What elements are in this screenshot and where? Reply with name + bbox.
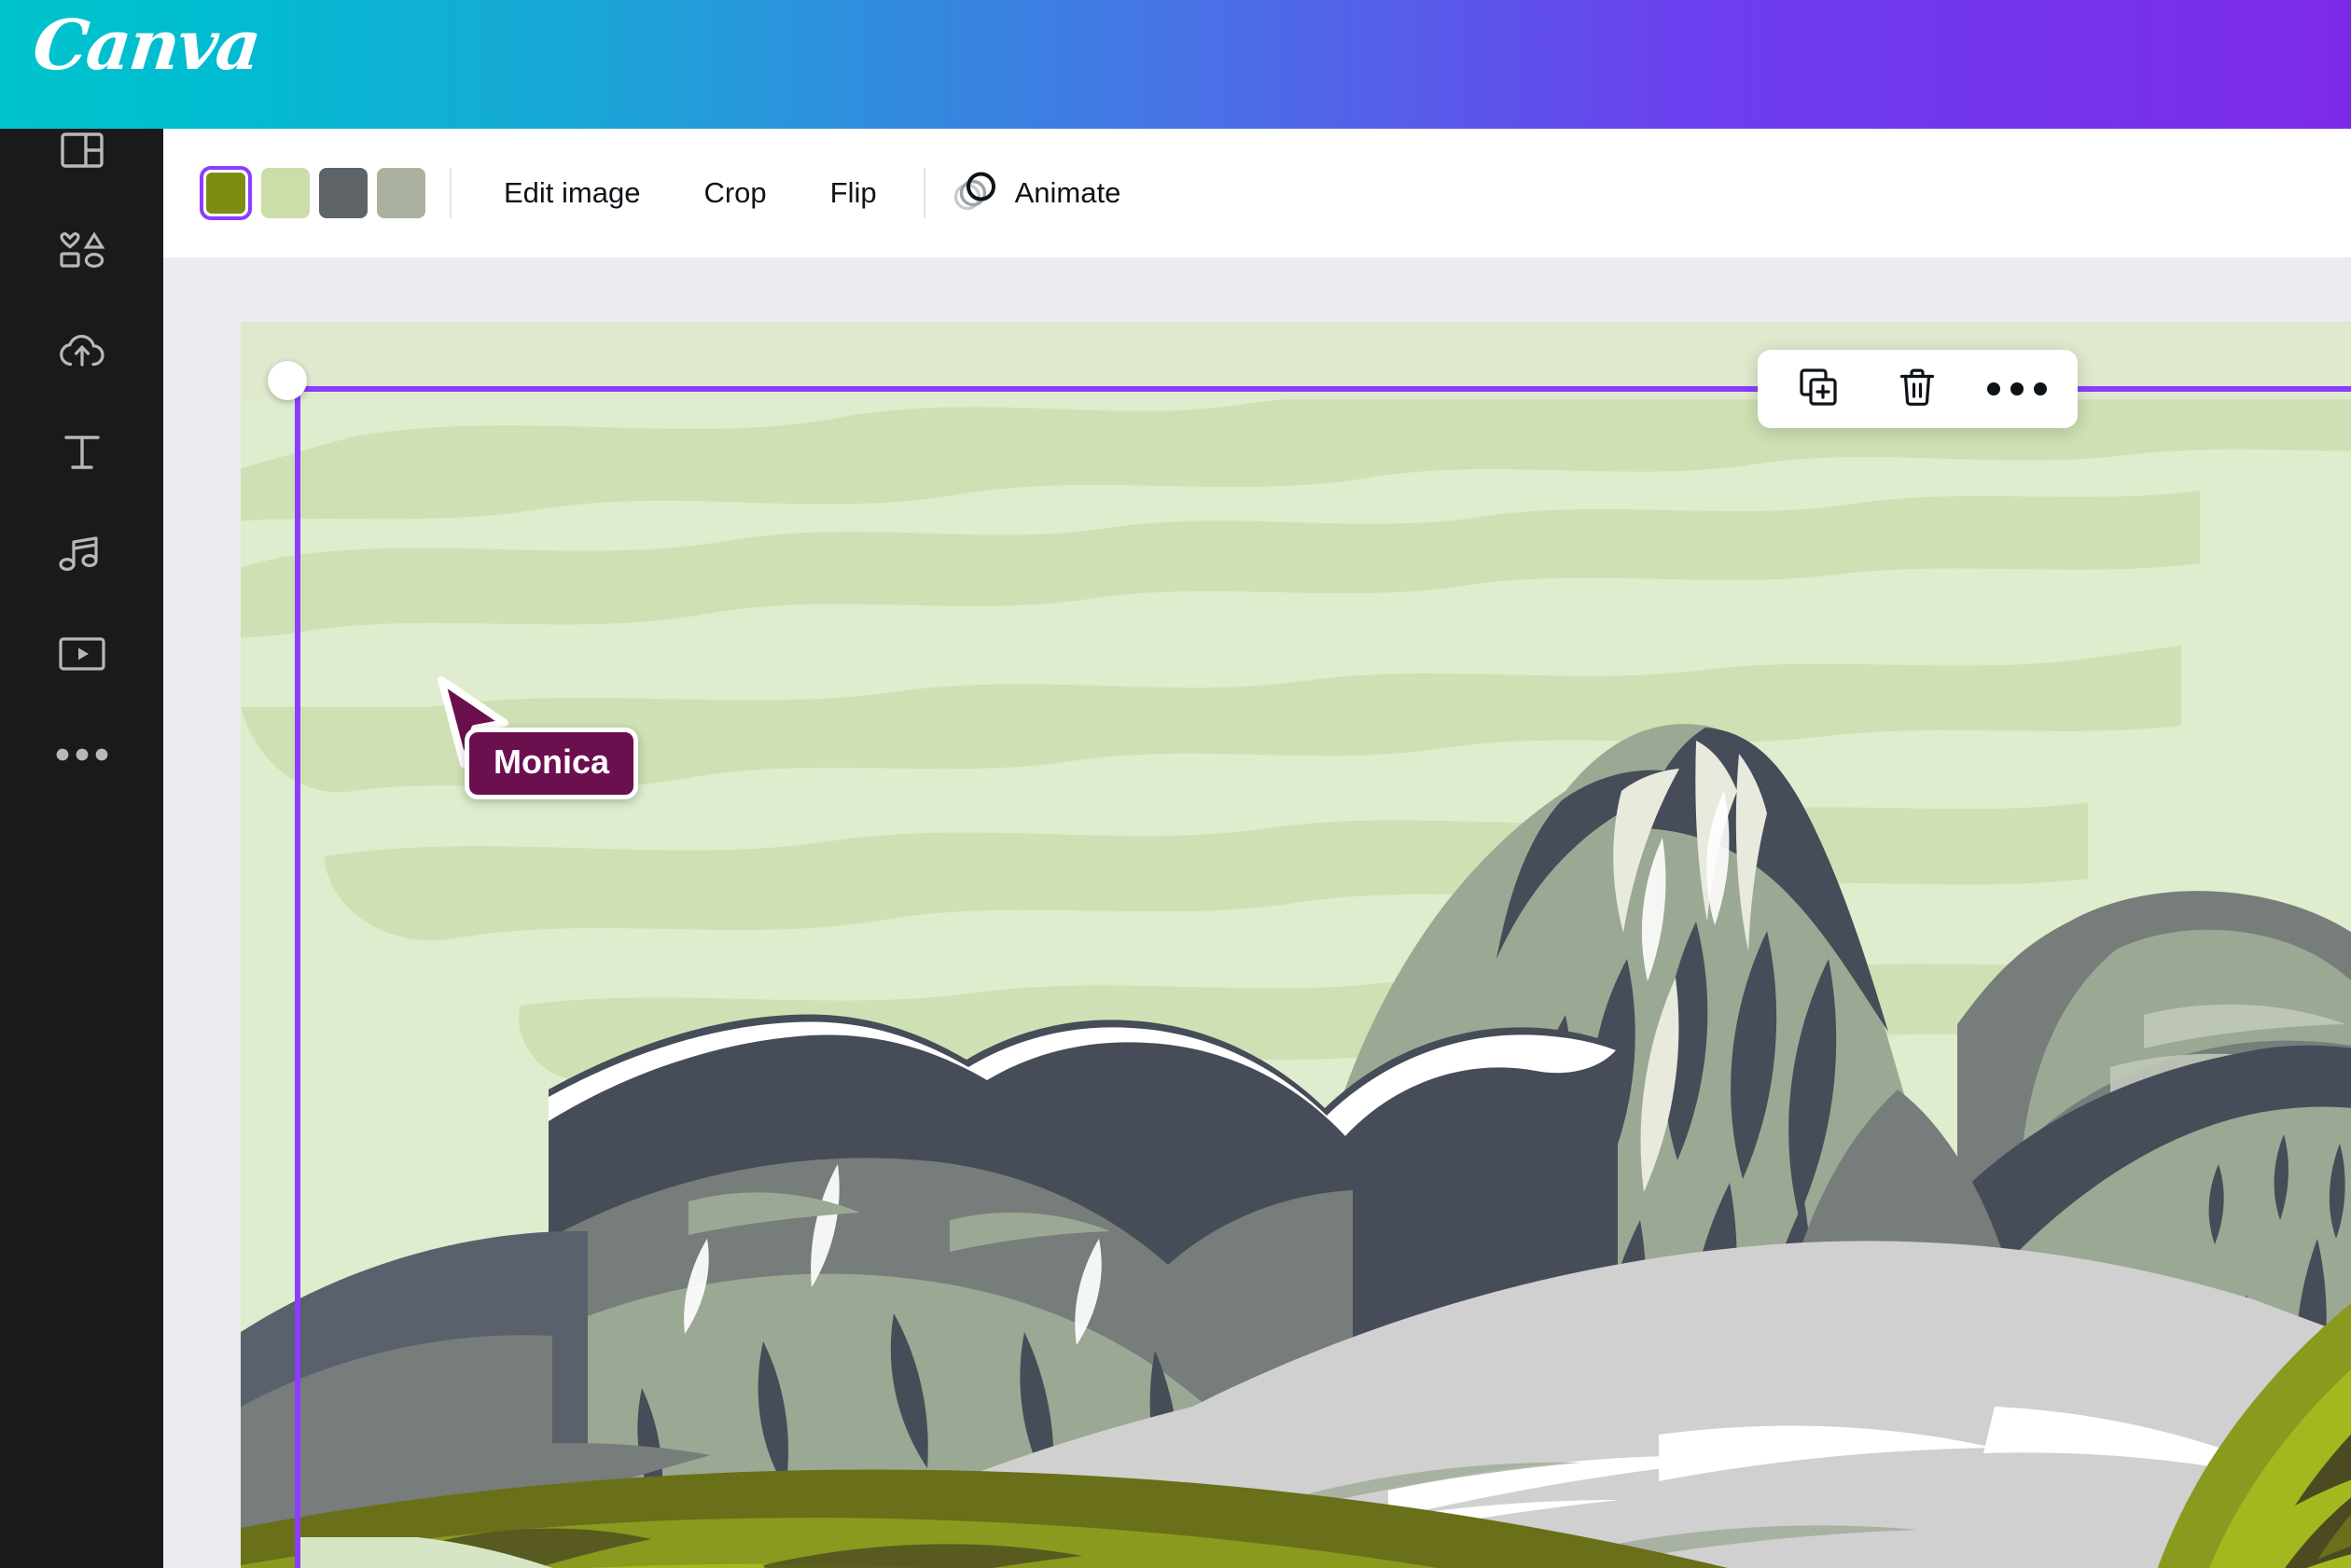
editor-canvas-area[interactable]: Monica	[163, 257, 2351, 1568]
swatch-fill	[206, 173, 245, 214]
video-play-icon	[58, 637, 105, 671]
left-icon-rail	[0, 129, 163, 1568]
floating-object-toolbar	[1758, 350, 2078, 428]
toolbar-divider-animate	[923, 168, 925, 218]
sidebar-item-text[interactable]	[0, 412, 163, 493]
resize-handle-top-left[interactable]	[268, 361, 307, 400]
image-element-mountain-illustration[interactable]	[241, 399, 2351, 1568]
shapes-icon	[59, 231, 105, 271]
object-properties-toolbar: Edit image Crop Flip Animate	[163, 129, 2351, 257]
duplicate-icon	[1798, 367, 1839, 412]
sidebar-item-uploads[interactable]	[0, 312, 163, 392]
brand-header: Canva	[0, 0, 2351, 129]
duplicate-button[interactable]	[1784, 358, 1853, 420]
sidebar-item-more[interactable]	[0, 715, 163, 795]
delete-button[interactable]	[1883, 358, 1952, 420]
color-swatch-olive[interactable]	[200, 166, 252, 220]
animate-button[interactable]: Animate	[933, 157, 1140, 230]
canva-logo[interactable]: Canva	[29, 6, 263, 86]
swatch-fill	[319, 168, 368, 218]
swatch-fill	[261, 168, 310, 218]
more-dots-icon	[56, 748, 108, 761]
color-swatch-sage-gray[interactable]	[377, 168, 425, 218]
trash-icon	[1899, 367, 1936, 412]
color-swatch-group	[200, 166, 425, 220]
sidebar-item-videos[interactable]	[0, 614, 163, 694]
animate-label: Animate	[1014, 176, 1121, 209]
music-notes-icon	[58, 534, 105, 573]
color-swatch-dark-gray[interactable]	[319, 168, 368, 218]
edit-image-button[interactable]: Edit image	[483, 163, 661, 223]
cloud-upload-icon	[58, 333, 106, 370]
crop-button[interactable]: Crop	[683, 163, 786, 223]
more-dots-icon	[1986, 382, 2047, 395]
sidebar-item-elements[interactable]	[0, 211, 163, 291]
design-page[interactable]: Monica	[241, 322, 2351, 1568]
layout-panel-icon	[60, 132, 104, 168]
sidebar-item-design[interactable]	[0, 110, 163, 190]
more-options-button[interactable]	[1982, 358, 2052, 420]
text-t-icon	[63, 433, 102, 472]
toolbar-divider-swatches	[450, 168, 452, 218]
flip-button[interactable]: Flip	[810, 163, 897, 223]
color-swatch-light-green[interactable]	[261, 168, 310, 218]
canva-editor-window: Canva Edit image Crop Flip Animate Monic…	[0, 0, 2351, 1568]
swatch-fill	[377, 168, 425, 218]
sidebar-item-audio[interactable]	[0, 513, 163, 593]
animate-icon	[952, 168, 1000, 219]
